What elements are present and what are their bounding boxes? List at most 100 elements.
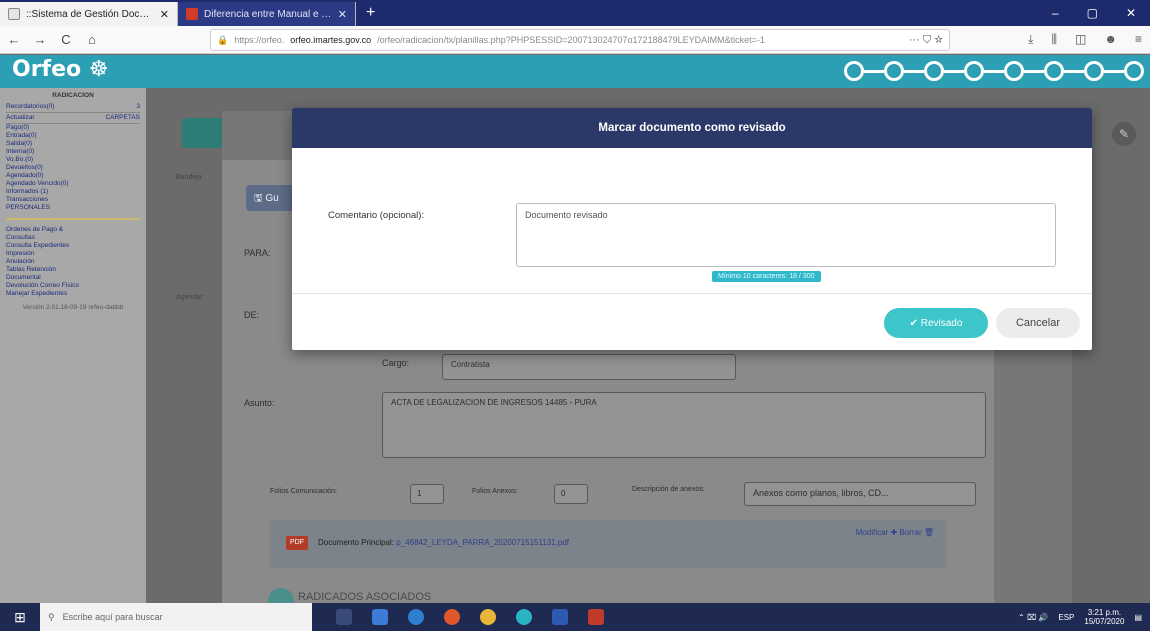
modal-footer: ✔ Revisado Cancelar — [292, 294, 1092, 350]
close-tab-icon[interactable]: ✕ — [160, 8, 169, 21]
sidebar-row-carpetas[interactable]: Actualizar CARPETAS — [6, 113, 140, 124]
firefox-favicon-icon — [8, 8, 20, 20]
app-icon[interactable] — [516, 609, 532, 625]
header-circle-icon[interactable] — [1004, 61, 1024, 81]
notifications-icon[interactable]: ▤ — [1134, 613, 1142, 622]
descripcion-label: Descripción de anexos: — [632, 486, 705, 493]
header-circle-icon[interactable] — [844, 61, 864, 81]
edit-icon[interactable]: ✎ — [1112, 122, 1136, 146]
url-path: /orfeo/radicacion/tx/planillas.php?PHPSE… — [377, 35, 765, 45]
url-bar[interactable]: 🔒 https://orfeo. orfeo.imartes.gov.co /o… — [210, 29, 950, 51]
sidebar-folder[interactable]: Interna(0) — [6, 148, 140, 156]
browser-tab-bar: ::Sistema de Gestión Docum... ✕ Diferenc… — [0, 0, 1150, 26]
minimize-button[interactable]: – — [1052, 6, 1059, 20]
sidebar-folder[interactable]: Agendado Vencido(0) — [6, 180, 140, 188]
header-circle-icon[interactable] — [1084, 61, 1104, 81]
radicados-asociados-heading: RADICADOS ASOCIADOS — [298, 591, 432, 603]
sidebar-folder[interactable]: Pago(0) — [6, 124, 140, 132]
descripcion-anexos-field[interactable]: Anexos como planos, libros, CD... — [744, 482, 976, 506]
comment-textarea[interactable] — [516, 203, 1056, 267]
library-icon[interactable]: ⫼ — [1051, 32, 1057, 47]
toolbar-icons: ⤓ ⫼ ◫ ☻ ≡ — [1028, 32, 1142, 47]
search-placeholder: Escribe aquí para buscar — [62, 612, 163, 622]
url-host: orfeo.imartes.gov.co — [290, 35, 372, 45]
pdf-reader-icon[interactable] — [588, 609, 604, 625]
sidebar-toggle-icon[interactable]: ◫ — [1075, 32, 1086, 47]
modificar-link[interactable]: Modificar ✚ — [856, 528, 897, 537]
sidebar-folder[interactable]: Vo.Bo.(0) — [6, 156, 140, 164]
store-icon[interactable] — [372, 609, 388, 625]
sidebar-folder[interactable]: Devueltos(0) — [6, 164, 140, 172]
sidebar-divider — [6, 218, 140, 220]
header-circle-icon[interactable] — [1124, 61, 1144, 81]
sidebar-link[interactable]: Consulta Expedientes — [6, 242, 140, 250]
guardar-button[interactable]: 🖫 Gu — [246, 185, 296, 211]
folios-field[interactable]: 1 — [410, 484, 444, 504]
revisado-button[interactable]: ✔ Revisado — [884, 308, 988, 338]
menu-icon[interactable]: ≡ — [1135, 32, 1142, 47]
cargo-label: Cargo: — [382, 358, 410, 368]
asunto-field[interactable]: ACTA DE LEGALIZACION DE INGRESOS 14485 -… — [382, 392, 986, 458]
anexos-field[interactable]: 0 — [554, 484, 588, 504]
app-header: Orfeo ☸ — [0, 55, 1150, 88]
cancel-button[interactable]: Cancelar — [996, 308, 1080, 338]
sidebar-folder[interactable]: Informados (1) — [6, 188, 140, 196]
mark-reviewed-modal: Marcar documento como revisado Comentari… — [292, 108, 1092, 350]
sidebar-link[interactable]: Consultas — [6, 234, 140, 242]
site-favicon-icon — [186, 8, 198, 20]
sidebar-folder[interactable]: Entrada(0) — [6, 132, 140, 140]
close-window-button[interactable]: ✕ — [1126, 6, 1136, 20]
account-icon[interactable]: ☻ — [1104, 32, 1117, 47]
tab-sistema-gestion[interactable]: ::Sistema de Gestión Docum... ✕ — [0, 2, 178, 26]
orfeo-logo[interactable]: Orfeo ☸ — [12, 57, 109, 82]
header-circle-icon[interactable] — [1044, 61, 1064, 81]
header-circle-icon[interactable] — [884, 61, 904, 81]
sidebar-title: RADICACION — [52, 92, 94, 99]
url-prefix: https://orfeo. — [234, 35, 285, 45]
sidebar-link[interactable]: Devolución Correo Físico — [6, 282, 140, 290]
sidebar-folder[interactable]: PERSONALES — [6, 204, 140, 212]
tab-label: ::Sistema de Gestión Docum... — [26, 8, 154, 20]
page-actions-icon[interactable]: ··· ⛉ ☆ — [909, 34, 943, 47]
sidebar-link[interactable]: Anulación — [6, 258, 140, 266]
tab-diferencia[interactable]: Diferencia entre Manual e Incl... ✕ — [178, 2, 356, 26]
reload-icon[interactable]: C — [58, 32, 74, 47]
borrar-link[interactable]: Borrar 🗑 — [899, 528, 934, 537]
maximize-button[interactable]: ▢ — [1087, 6, 1098, 20]
header-circle-icon[interactable] — [964, 61, 984, 81]
sidebar-link[interactable]: Ordenes de Pago & — [6, 226, 140, 234]
firefox-icon[interactable] — [444, 609, 460, 625]
clock[interactable]: 3:21 p.m. 15/07/2020 — [1084, 608, 1124, 626]
sidebar-link[interactable]: Documental — [6, 274, 140, 282]
document-actions: Modificar ✚ Borrar 🗑 — [856, 528, 934, 537]
edge-icon[interactable] — [408, 609, 424, 625]
cargo-field[interactable]: Contratista — [442, 354, 736, 380]
sidebar-link[interactable]: Tablas Retención — [6, 266, 140, 274]
sidebar-folder[interactable]: Salida(0) — [6, 140, 140, 148]
para-label: PARA: — [244, 248, 271, 258]
chrome-icon[interactable] — [480, 609, 496, 625]
sidebar-folder[interactable]: Agendado(0) — [6, 172, 140, 180]
home-icon[interactable]: ⌂ — [84, 32, 100, 47]
sidebar-link[interactable]: Manejar Expedientes — [6, 290, 140, 298]
windows-start-icon[interactable]: ⊞ — [0, 603, 40, 631]
main-document-link[interactable]: p_46842_LEYDA_PARRA_20200715151131.pdf — [396, 538, 569, 547]
anexos-label: Folios Anexos: — [472, 488, 518, 495]
sidebar-link[interactable]: Impresión — [6, 250, 140, 258]
tray-icons[interactable]: ⌃ ⌧ 🔊 — [1018, 613, 1048, 622]
header-circle-icon[interactable] — [924, 61, 944, 81]
tab-label: Diferencia entre Manual e Incl... — [204, 8, 332, 20]
forward-icon[interactable]: → — [32, 32, 48, 47]
word-icon[interactable] — [552, 609, 568, 625]
back-icon[interactable]: ← — [6, 32, 22, 47]
download-icon[interactable]: ⤓ — [1028, 32, 1033, 47]
new-tab-button[interactable]: + — [356, 4, 385, 26]
sidebar-row-recordatorios[interactable]: Recordatorios(0) 3 — [6, 102, 140, 113]
de-label: DE: — [244, 310, 260, 320]
language-indicator[interactable]: ESP — [1058, 613, 1074, 622]
taskbar-search[interactable]: ⚲ Escribe aquí para buscar — [40, 603, 312, 631]
modal-title: Marcar documento como revisado — [292, 108, 1092, 148]
sidebar-folder[interactable]: Transacciones — [6, 196, 140, 204]
close-tab-icon[interactable]: ✕ — [338, 8, 347, 21]
task-view-icon[interactable] — [336, 609, 352, 625]
